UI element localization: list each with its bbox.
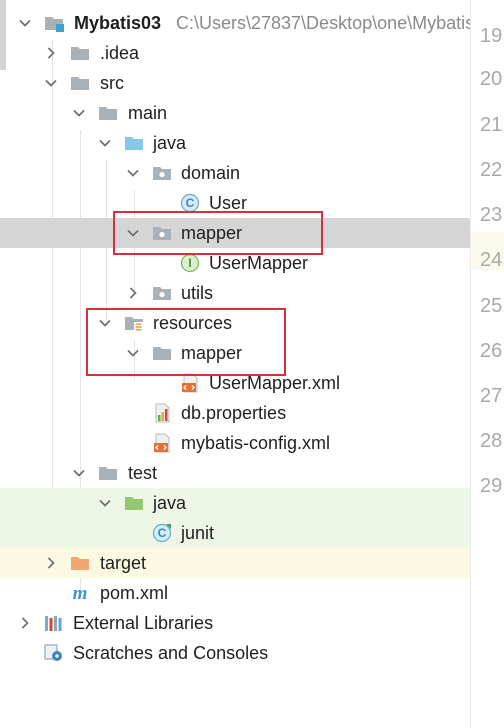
line-number: 19 — [480, 25, 503, 47]
class-icon — [180, 193, 200, 213]
folder-icon — [70, 73, 90, 93]
source-folder-icon — [124, 133, 144, 153]
tree-row-main[interactable]: main — [0, 98, 470, 128]
tree-row-java-main[interactable]: java — [0, 128, 470, 158]
tree-row-external-libraries[interactable]: External Libraries — [0, 608, 470, 638]
project-path: C:\Users\27837\Desktop\one\Mybatis03 — [176, 13, 470, 33]
chevron-down-icon[interactable] — [72, 466, 86, 480]
chevron-down-icon[interactable] — [44, 76, 58, 90]
chevron-right-icon[interactable] — [126, 286, 140, 300]
editor-gutter: 19 20 21 22 23 24 25 26 27 28 29 — [470, 0, 504, 728]
chevron-right-icon[interactable] — [44, 46, 58, 60]
tree-row-target[interactable]: target — [0, 548, 470, 578]
line-number: 27 — [480, 385, 503, 407]
line-number: 29 — [480, 475, 503, 497]
tree-label-user-mapper: UserMapper — [209, 253, 309, 273]
maven-icon — [70, 583, 90, 603]
tree-label-scratches: Scratches and Consoles — [73, 643, 269, 663]
project-tree: Mybatis03 C:\Users\27837\Desktop\one\Myb… — [0, 0, 470, 728]
tree-label-mybatis-config: mybatis-config.xml — [181, 433, 331, 453]
chevron-down-icon[interactable] — [98, 136, 112, 150]
properties-file-icon — [152, 403, 172, 423]
package-icon — [152, 163, 172, 183]
test-class-icon — [152, 523, 172, 543]
tree-row-db-properties[interactable]: db.properties — [0, 398, 470, 428]
libraries-icon — [44, 613, 64, 633]
line-number: 24 — [480, 249, 503, 271]
tree-row-junit[interactable]: junit — [0, 518, 470, 548]
tree-label-external-libraries: External Libraries — [73, 613, 214, 633]
project-folder-icon — [44, 13, 64, 33]
tree-row-src[interactable]: src — [0, 68, 470, 98]
tree-label-domain: domain — [181, 163, 241, 183]
highlight-box-mapper-package — [113, 211, 323, 255]
folder-icon — [98, 463, 118, 483]
xml-file-icon — [152, 433, 172, 453]
tree-label-pom: pom.xml — [100, 583, 169, 603]
highlight-box-resources-mapper — [86, 308, 286, 376]
project-name: Mybatis03 — [74, 13, 162, 33]
xml-file-icon — [180, 373, 200, 393]
chevron-right-icon[interactable] — [44, 556, 58, 570]
tree-label-java-test: java — [153, 493, 187, 513]
tree-row-pom[interactable]: pom.xml — [0, 578, 470, 608]
tree-row-mybatis-config[interactable]: mybatis-config.xml — [0, 428, 470, 458]
tree-row-utils[interactable]: utils — [0, 278, 470, 308]
line-number: 25 — [480, 295, 503, 317]
tree-label-java: java — [153, 133, 187, 153]
excluded-folder-icon — [70, 553, 90, 573]
line-number: 22 — [480, 159, 503, 181]
package-icon — [152, 283, 172, 303]
line-number: 28 — [480, 430, 503, 452]
tree-label-src: src — [100, 73, 124, 93]
tree-label-db-properties: db.properties — [181, 403, 287, 423]
tree-row-java-test[interactable]: java — [0, 488, 470, 518]
chevron-down-icon[interactable] — [72, 106, 86, 120]
chevron-down-icon[interactable] — [98, 496, 112, 510]
tree-label-idea: .idea — [100, 43, 140, 63]
tree-row-domain[interactable]: domain — [0, 158, 470, 188]
tree-label-utils: utils — [181, 283, 214, 303]
chevron-down-icon[interactable] — [126, 166, 140, 180]
tree-label-main: main — [128, 103, 168, 123]
tree-row-test[interactable]: test — [0, 458, 470, 488]
tree-label-test: test — [128, 463, 158, 483]
test-source-folder-icon — [124, 493, 144, 513]
chevron-right-icon[interactable] — [18, 616, 32, 630]
line-number: 21 — [480, 114, 503, 136]
scratches-icon — [44, 643, 64, 663]
folder-icon — [70, 43, 90, 63]
line-number: 20 — [480, 68, 503, 90]
tree-row-scratches[interactable]: Scratches and Consoles — [0, 638, 470, 668]
chevron-down-icon[interactable] — [18, 16, 32, 30]
line-number: 26 — [480, 340, 503, 362]
line-number: 23 — [480, 204, 503, 226]
tree-label-junit: junit — [181, 523, 215, 543]
interface-icon — [180, 253, 200, 273]
tree-row-idea[interactable]: .idea — [0, 38, 470, 68]
tree-row-project[interactable]: Mybatis03 C:\Users\27837\Desktop\one\Myb… — [0, 8, 470, 38]
folder-icon — [98, 103, 118, 123]
tree-label-target: target — [100, 553, 147, 573]
